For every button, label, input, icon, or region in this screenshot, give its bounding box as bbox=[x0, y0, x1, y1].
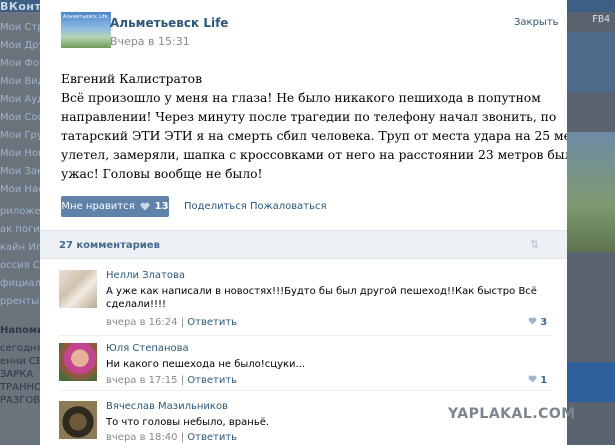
avatar[interactable] bbox=[59, 343, 97, 381]
meta-separator: | bbox=[180, 375, 185, 386]
comment-meta: вчера в 16:24 | Ответить bbox=[106, 317, 237, 328]
bg-link-lower-0: риложени bbox=[0, 206, 40, 217]
comment-author[interactable]: Юля Степанова bbox=[106, 343, 189, 354]
post-line: ужас! Головы вообще не было! bbox=[61, 167, 263, 181]
report-link[interactable]: Пожаловаться bbox=[250, 201, 327, 212]
post-line: татарский ЭТИ ЭТИ я на смерть сбил челов… bbox=[61, 129, 567, 143]
comment-meta: вчера в 18:40 | Ответить bbox=[106, 432, 237, 443]
group-name-link[interactable]: Альметьевск Life bbox=[110, 16, 228, 30]
comment-text: А уже как написали в новостях!!!Будто бы… bbox=[106, 285, 537, 311]
avatar[interactable] bbox=[59, 401, 97, 439]
comment-text-line: Ни какого пешехода не было!сцуки... bbox=[106, 359, 306, 370]
bg-link-6: Мои Группы bbox=[0, 130, 40, 141]
bg-link-lower-4: фициальн bbox=[0, 278, 40, 289]
bg-reminder-1: енни СВ bbox=[0, 356, 40, 367]
post-line: направлении! Через минуту после трагедии… bbox=[61, 110, 557, 124]
bg-reminder-4: РАЗГОВО bbox=[0, 395, 40, 406]
post-line: Евгений Калистратов bbox=[61, 72, 202, 86]
comment-text-line: То что головы небыло, враньё. bbox=[106, 417, 270, 428]
heart-icon bbox=[528, 317, 537, 325]
comment-text: Ни какого пешехода не было!сцуки... bbox=[106, 358, 446, 371]
comment-divider bbox=[59, 390, 552, 391]
bg-reminder-3: ТРАННОЕ bbox=[0, 382, 40, 393]
sort-icon[interactable]: ⇅ bbox=[530, 238, 539, 251]
group-avatar-caption: Альметьевск Life bbox=[63, 14, 108, 20]
post-line: улетел, замеряли, шапка с кроссовками от… bbox=[61, 148, 567, 162]
bg-reminders-title: Напоми bbox=[0, 325, 40, 336]
post-popup: Альметьевск Life Альметьевск Life Вчера … bbox=[40, 0, 567, 445]
comment-like-count: 3 bbox=[540, 317, 548, 328]
meta-separator: | bbox=[180, 317, 185, 328]
bg-thumb-3 bbox=[567, 362, 615, 402]
comment-like[interactable]: 1 bbox=[528, 375, 547, 386]
comment-item: Юля Степанова Ни какого пешехода не было… bbox=[40, 343, 567, 409]
comment-divider bbox=[59, 335, 552, 336]
comment-text-line: А уже как написали в новостях!!!Будто бы… bbox=[106, 286, 537, 297]
like-count: 13 bbox=[154, 201, 169, 212]
bg-link-lower-3: оссия Се bbox=[0, 260, 40, 271]
bg-link-7: Мои Новост bbox=[0, 148, 40, 159]
like-button[interactable]: Мне нравится 13 bbox=[61, 196, 169, 217]
comment-item: Нелли Златова А уже как написали в новос… bbox=[40, 270, 567, 336]
comment-meta: вчера в 17:15 | Ответить bbox=[106, 375, 237, 386]
reply-link[interactable]: Ответить bbox=[187, 317, 237, 328]
bg-link-0: Мои Страни bbox=[0, 22, 40, 33]
comment-like-count: 1 bbox=[540, 375, 548, 386]
bg-link-2: Мои Фотогр bbox=[0, 58, 40, 69]
comment-author[interactable]: Нелли Златова bbox=[106, 270, 185, 281]
background-right-column bbox=[567, 12, 615, 445]
background-right-text: FB4 bbox=[592, 14, 611, 25]
bg-link-8: Мои Заклад bbox=[0, 166, 40, 177]
group-avatar[interactable]: Альметьевск Life bbox=[61, 12, 111, 48]
bg-link-4: Мои Аудиоз bbox=[0, 94, 40, 105]
bg-link-lower-1: ак погиб bbox=[0, 224, 40, 235]
like-label: Мне нравится bbox=[61, 201, 135, 212]
post-body: Евгений Калистратов Всё произошло у меня… bbox=[61, 70, 567, 184]
bg-link-1: Мои Друзья bbox=[0, 40, 40, 51]
comment-text: То что головы небыло, враньё. bbox=[106, 416, 446, 429]
meta-separator: | bbox=[180, 432, 185, 443]
bg-link-9: Мои Настро bbox=[0, 184, 40, 195]
avatar[interactable] bbox=[59, 270, 97, 308]
post-line: Всё произошло у меня на глаза! Не было н… bbox=[61, 91, 541, 105]
comment-date[interactable]: вчера в 18:40 bbox=[106, 432, 178, 443]
bg-link-5: Мои Сообщ bbox=[0, 112, 40, 123]
comment-like[interactable]: 3 bbox=[528, 317, 547, 328]
post-header: Альметьевск Life Альметьевск Life Вчера … bbox=[40, 0, 567, 56]
comment-author[interactable]: Вячеслав Мазильников bbox=[106, 401, 228, 412]
reply-link[interactable]: Ответить bbox=[187, 432, 237, 443]
heart-icon bbox=[528, 375, 537, 383]
heart-icon bbox=[140, 202, 150, 211]
comment-date[interactable]: вчера в 17:15 bbox=[106, 375, 178, 386]
bg-reminder-0: сегодня с bbox=[0, 343, 40, 354]
bg-link-lower-2: кайн Игр bbox=[0, 242, 40, 253]
close-button[interactable]: Закрыть bbox=[514, 17, 559, 28]
bg-thumb-1 bbox=[567, 32, 615, 92]
reply-link[interactable]: Ответить bbox=[187, 375, 237, 386]
bg-reminder-2: ЗАРКА bbox=[0, 369, 34, 380]
bg-thumb-2 bbox=[567, 132, 615, 252]
comment-date[interactable]: вчера в 16:24 bbox=[106, 317, 178, 328]
share-link[interactable]: Поделиться bbox=[184, 201, 247, 212]
comments-count: 27 комментариев bbox=[59, 240, 160, 251]
bg-link-3: Мои Видео bbox=[0, 76, 40, 87]
comment-text-line: сделали!!!! bbox=[106, 299, 167, 310]
post-time[interactable]: Вчера в 15:31 bbox=[110, 35, 190, 48]
comments-header: 27 комментариев ⇅ bbox=[40, 230, 567, 259]
bg-link-lower-5: рренты bbox=[0, 296, 40, 307]
watermark: YAPLAKAL.COM bbox=[448, 406, 576, 422]
